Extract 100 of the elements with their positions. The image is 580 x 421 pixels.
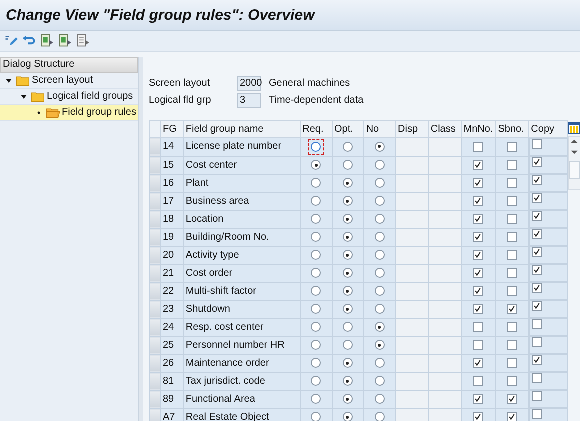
radio-button[interactable] [342, 376, 353, 386]
checkbox[interactable] [473, 268, 484, 278]
radio-button[interactable] [311, 214, 322, 224]
radio-button[interactable] [311, 268, 322, 278]
input-field[interactable]: 2000 [237, 76, 261, 91]
checkbox[interactable] [473, 214, 484, 224]
radio-button[interactable] [342, 304, 353, 314]
radio-button[interactable] [311, 412, 322, 421]
radio-button[interactable] [374, 160, 385, 170]
radio-button[interactable] [342, 232, 353, 242]
radio-button[interactable] [374, 196, 385, 206]
scroll-up-icon[interactable] [570, 139, 578, 144]
checkbox[interactable] [507, 214, 518, 224]
radio-button[interactable] [374, 358, 385, 368]
checkbox[interactable] [532, 229, 542, 239]
checkbox[interactable] [473, 322, 484, 332]
radio-button[interactable] [342, 196, 353, 206]
pencil-icon[interactable] [4, 34, 18, 48]
checkbox[interactable] [532, 193, 542, 203]
radio-button[interactable] [374, 178, 385, 188]
radio-button[interactable] [311, 340, 322, 350]
radio-button[interactable] [342, 286, 353, 296]
checkbox[interactable] [507, 178, 518, 188]
checkbox[interactable] [473, 178, 484, 188]
checkbox[interactable] [532, 391, 542, 401]
checkbox[interactable] [473, 394, 484, 404]
checkbox[interactable] [473, 142, 484, 152]
radio-button[interactable] [311, 358, 322, 368]
checkbox[interactable] [507, 196, 518, 206]
checkbox[interactable] [473, 286, 484, 296]
radio-button[interactable] [342, 142, 353, 152]
radio-button[interactable] [374, 376, 385, 386]
checkbox[interactable] [473, 250, 484, 260]
checkbox[interactable] [532, 283, 542, 293]
radio-button[interactable] [311, 250, 322, 260]
radio-button[interactable] [311, 322, 322, 332]
checkbox[interactable] [507, 304, 518, 314]
radio-button[interactable] [342, 394, 353, 404]
radio-button[interactable] [374, 214, 385, 224]
checkbox[interactable] [507, 412, 518, 421]
radio-button[interactable] [374, 232, 385, 242]
document-icon[interactable] [76, 34, 90, 48]
checkbox[interactable] [507, 340, 518, 350]
tree-item[interactable]: Field group rules [0, 105, 138, 121]
checkbox[interactable] [473, 376, 484, 386]
radio-button[interactable] [342, 160, 353, 170]
checkbox[interactable] [532, 265, 542, 275]
radio-button[interactable] [311, 196, 322, 206]
scrollbar[interactable] [568, 136, 580, 190]
radio-button[interactable] [374, 142, 385, 152]
tree-item[interactable]: Screen layout [0, 73, 138, 89]
radio-button[interactable] [311, 286, 322, 296]
checkbox[interactable] [532, 211, 542, 221]
radio-button[interactable] [342, 340, 353, 350]
radio-button[interactable] [374, 322, 385, 332]
checkbox[interactable] [473, 412, 484, 421]
document-icon[interactable] [58, 34, 72, 48]
checkbox[interactable] [532, 319, 542, 329]
checkbox[interactable] [473, 160, 484, 170]
checkbox[interactable] [532, 157, 542, 167]
checkbox[interactable] [507, 286, 518, 296]
checkbox[interactable] [532, 175, 542, 185]
checkbox[interactable] [507, 358, 518, 368]
radio-button[interactable] [374, 340, 385, 350]
radio-button[interactable] [342, 250, 353, 260]
radio-button[interactable] [311, 394, 322, 404]
checkbox[interactable] [473, 340, 484, 350]
checkbox[interactable] [473, 304, 484, 314]
radio-button[interactable] [311, 376, 322, 386]
radio-button[interactable] [342, 412, 353, 421]
radio-button[interactable] [342, 358, 353, 368]
input-field[interactable]: 3 [237, 93, 261, 108]
scroll-down-icon[interactable] [570, 150, 578, 155]
radio-button[interactable] [342, 268, 353, 278]
checkbox[interactable] [507, 394, 518, 404]
checkbox[interactable] [473, 358, 484, 368]
radio-button[interactable] [342, 322, 353, 332]
radio-button[interactable] [342, 178, 353, 188]
checkbox[interactable] [507, 322, 518, 332]
checkbox[interactable] [507, 250, 518, 260]
checkbox[interactable] [507, 232, 518, 242]
radio-button[interactable] [374, 268, 385, 278]
radio-button[interactable] [311, 178, 322, 188]
radio-button[interactable] [342, 214, 353, 224]
radio-button[interactable] [311, 232, 322, 242]
radio-button[interactable] [374, 394, 385, 404]
checkbox[interactable] [532, 139, 542, 149]
document-icon[interactable] [40, 34, 54, 48]
radio-button[interactable] [374, 250, 385, 260]
checkbox[interactable] [507, 160, 518, 170]
checkbox[interactable] [473, 232, 484, 242]
radio-button[interactable] [311, 304, 322, 314]
checkbox[interactable] [507, 142, 518, 152]
checkbox[interactable] [532, 337, 542, 347]
checkbox[interactable] [532, 373, 542, 383]
checkbox[interactable] [507, 268, 518, 278]
radio-button[interactable] [374, 412, 385, 421]
checkbox[interactable] [532, 355, 542, 365]
radio-button[interactable] [311, 160, 322, 170]
checkbox[interactable] [532, 247, 542, 257]
